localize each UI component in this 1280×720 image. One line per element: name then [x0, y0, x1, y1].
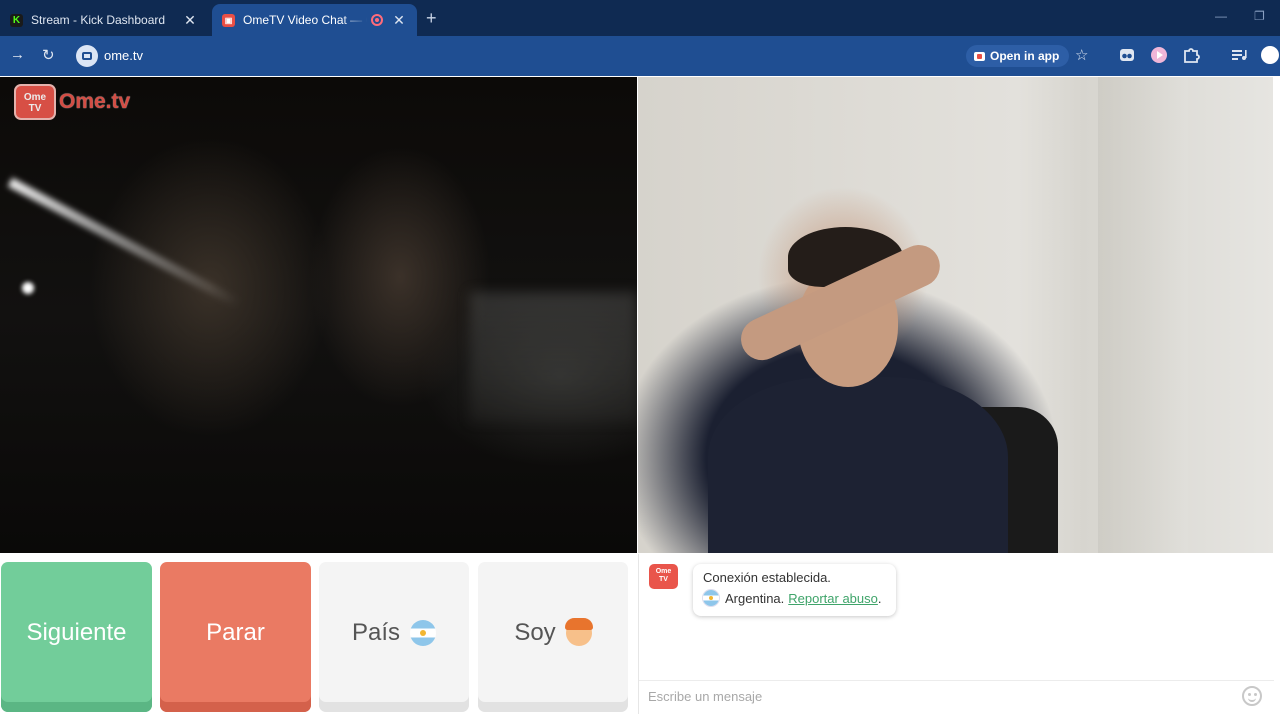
country-filter-button[interactable]: País	[319, 562, 469, 712]
tab-ometv[interactable]: ▣ OmeTV Video Chat — Omegle ✕	[212, 4, 417, 36]
minimize-window-icon[interactable]: ―	[1215, 9, 1227, 23]
chat-input-row	[639, 680, 1274, 714]
country-info-line: Argentina. Reportar abuso .	[703, 590, 886, 606]
reload-icon[interactable]: ↻	[42, 46, 55, 64]
media-controls-icon[interactable]	[1230, 46, 1248, 64]
ometv-watermark-text: Ome.tv	[59, 90, 131, 113]
open-in-app-label: Open in app	[990, 49, 1060, 63]
tab-title: OmeTV Video Chat — Omegle	[243, 13, 367, 27]
next-button[interactable]: Siguiente	[1, 562, 152, 712]
report-suffix: .	[877, 590, 882, 606]
gender-select-button[interactable]: Soy	[478, 562, 628, 712]
ometv-icon: ▣	[222, 13, 235, 27]
bookmark-star-icon[interactable]: ☆	[1075, 46, 1088, 64]
gender-button-label: Soy	[514, 619, 556, 646]
next-button-label: Siguiente	[26, 619, 127, 646]
report-abuse-link[interactable]: Reportar abuso	[788, 591, 878, 606]
browser-tabstrip: K Stream - Kick Dashboard ✕ ▣ OmeTV Vide…	[0, 0, 1280, 36]
background-building	[470, 292, 637, 422]
argentina-flag-icon	[410, 620, 437, 646]
ometv-chat-logo: Ome TV	[649, 564, 678, 589]
country-button-label: País	[351, 619, 401, 646]
own-camera-feed	[638, 77, 1273, 553]
argentina-flag-icon	[703, 590, 719, 606]
close-tab-icon[interactable]: ✕	[182, 12, 198, 29]
tab-kick-dashboard[interactable]: K Stream - Kick Dashboard ✕	[0, 4, 208, 36]
ometv-watermark-logo: Ome TV Ome.tv	[14, 84, 130, 120]
open-in-app-button[interactable]: Open in app	[966, 45, 1070, 67]
ometv-tv-badge: Ome TV	[14, 84, 56, 120]
light-glare	[7, 177, 242, 309]
profile-avatar[interactable]	[1261, 46, 1279, 64]
smiley-icon[interactable]	[1242, 686, 1262, 706]
site-info-icon[interactable]	[76, 45, 98, 67]
person-torso	[708, 377, 1008, 553]
incognito-extension-icon[interactable]	[1118, 46, 1136, 64]
new-tab-button[interactable]: +	[426, 8, 437, 29]
tab-title: Stream - Kick Dashboard	[31, 13, 166, 27]
kick-icon: K	[10, 13, 23, 27]
close-tab-icon[interactable]: ✕	[391, 12, 407, 29]
browser-toolbar: → ↻ ome.tv Open in app ☆	[0, 36, 1280, 76]
message-input[interactable]	[648, 689, 1228, 704]
connection-status-text: Conexión establecida.	[703, 570, 831, 585]
app-icon	[974, 51, 985, 61]
recording-icon	[371, 14, 383, 26]
address-bar-url[interactable]: ome.tv	[104, 48, 143, 63]
wall-corner	[1098, 77, 1188, 553]
partner-country-text: Argentina.	[725, 590, 785, 606]
light-spot	[22, 282, 34, 294]
restore-window-icon[interactable]: ❐	[1254, 9, 1265, 23]
stop-button[interactable]: Parar	[160, 562, 311, 712]
system-message-bubble: Conexión establecida. Argentina. Reporta…	[693, 564, 896, 616]
stranger-video-feed	[0, 77, 637, 553]
extensions-puzzle-icon[interactable]	[1182, 46, 1200, 64]
stop-button-label: Parar	[206, 619, 265, 646]
media-extension-icon[interactable]	[1150, 46, 1168, 64]
chat-panel: Ome TV Conexión establecida. Argentina. …	[638, 554, 1274, 714]
forward-icon[interactable]: →	[10, 46, 25, 63]
boy-emoji-icon	[564, 618, 593, 646]
